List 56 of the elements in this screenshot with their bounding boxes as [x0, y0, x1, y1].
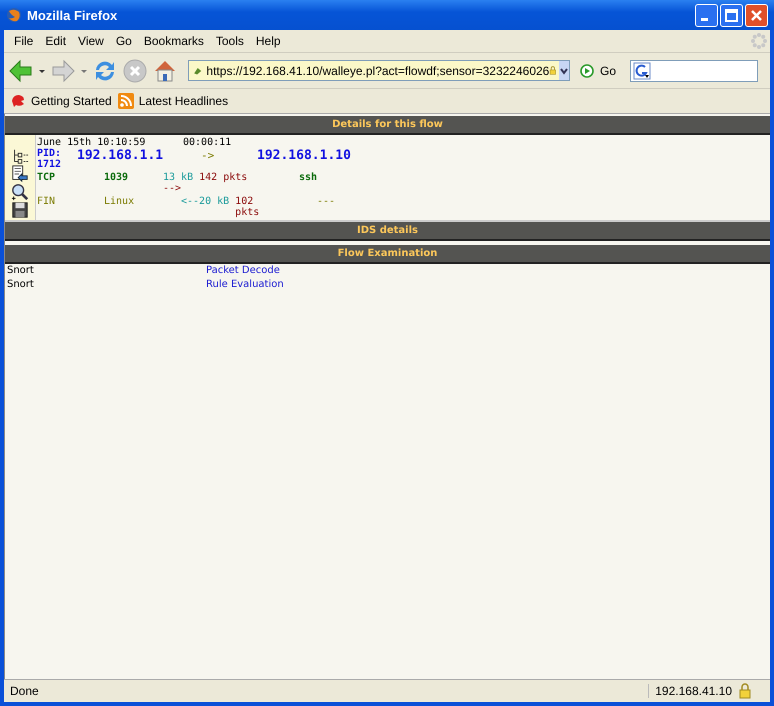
minimize-icon	[701, 18, 708, 20]
play-icon	[580, 64, 594, 78]
status-host: 192.168.41.10	[648, 684, 738, 698]
bookmark-item[interactable]: Latest Headlines	[118, 93, 228, 109]
dropdown-button[interactable]	[559, 61, 569, 80]
padlock-icon	[738, 683, 752, 699]
section-header: Details for this flow	[5, 116, 770, 135]
document-arrow-icon[interactable]	[10, 164, 30, 182]
status-text: Done	[9, 684, 40, 698]
operating-system: Linux	[104, 196, 136, 207]
destination-ip: 192.168.1.10	[257, 148, 351, 164]
stop-button[interactable]	[122, 58, 148, 84]
search-field[interactable]	[630, 60, 758, 82]
menu-item[interactable]: Tools	[210, 34, 250, 48]
source-ip: 192.168.1.1	[77, 148, 164, 164]
sent-arrow: -->	[163, 183, 182, 194]
tool-name: Snort	[7, 278, 35, 292]
minimize-button[interactable]	[695, 4, 718, 26]
back-button[interactable]	[8, 58, 34, 84]
destination-port: ---	[316, 196, 336, 207]
section-header: Flow Examination	[5, 245, 770, 264]
examination-link[interactable]: Packet Decode	[206, 264, 280, 278]
globe-icon	[6, 7, 22, 23]
close-button[interactable]	[745, 4, 768, 26]
rss-feed-icon	[118, 93, 134, 109]
service: ssh	[298, 172, 318, 183]
window-title: Mozilla Firefox	[27, 8, 118, 22]
tool-name: Snort	[7, 264, 35, 278]
menu-item[interactable]: Go	[110, 34, 138, 48]
bookmark-icon	[10, 93, 26, 109]
bookmark-item[interactable]: Getting Started	[10, 93, 112, 109]
section-header: IDS details	[5, 222, 770, 241]
menu-item[interactable]: View	[72, 34, 110, 48]
address-field[interactable]: https://192.168.41.10/walleye.pl?act=flowdf;sensor=3232246026	[188, 60, 570, 81]
received-bytes: <--20 kB	[181, 196, 230, 209]
go-button[interactable]: Go	[580, 64, 616, 78]
sent-packets: 142 pkts	[199, 172, 248, 183]
connection-state: FIN	[37, 196, 56, 207]
throbber-icon	[750, 32, 768, 50]
start-time: June 15th 10:10:59	[37, 137, 146, 148]
chevron-icon	[559, 66, 569, 76]
maximize-button[interactable]	[720, 4, 743, 26]
menu-item[interactable]: Bookmarks	[138, 34, 210, 48]
received-packets: 102 pkts	[235, 196, 260, 218]
menu-item[interactable]: Help	[250, 34, 287, 48]
examination-link[interactable]: Rule Evaluation	[206, 278, 284, 292]
direction-arrow: ->	[201, 148, 216, 164]
search-engine-icon[interactable]	[633, 62, 652, 80]
process-id: PID: 1712	[37, 148, 62, 170]
sent-bytes: 13 kB	[163, 172, 194, 183]
magnifier-icon[interactable]	[10, 182, 30, 200]
source-port: 1039	[104, 172, 130, 183]
menu-item[interactable]: File	[8, 34, 40, 48]
menu-item[interactable]: Edit	[39, 34, 72, 48]
protocol: TCP	[37, 172, 56, 183]
duration: 00:00:11	[183, 137, 232, 148]
